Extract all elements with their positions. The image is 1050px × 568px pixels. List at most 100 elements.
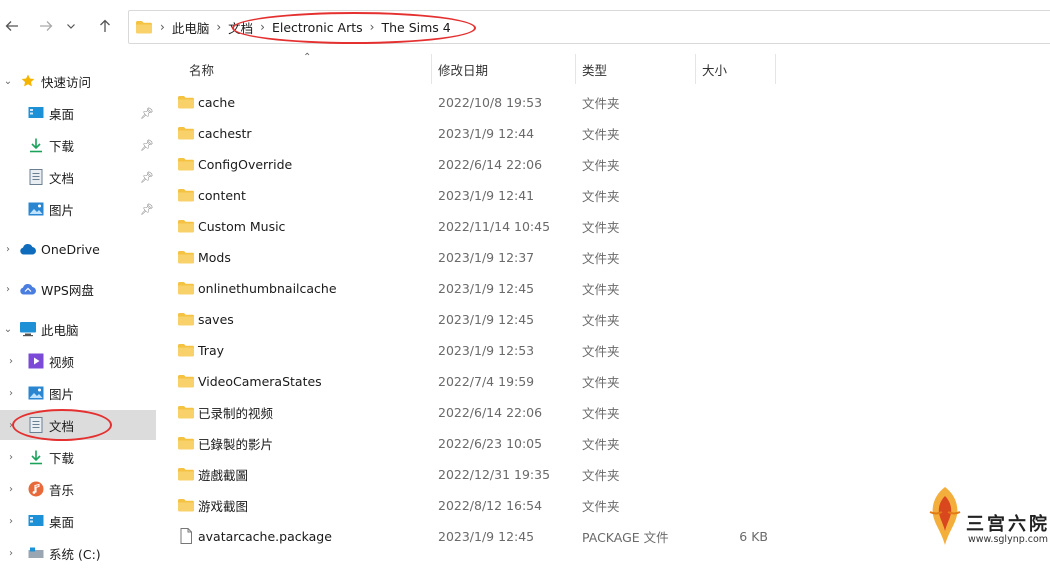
file-row[interactable]: content 2023/1/9 12:41 文件夹 (160, 180, 1050, 211)
file-row[interactable]: Mods 2023/1/9 12:37 文件夹 (160, 242, 1050, 273)
up-button[interactable] (93, 14, 117, 38)
file-size (708, 490, 768, 521)
chevron-right-icon[interactable]: › (5, 346, 17, 376)
download-icon (27, 448, 45, 466)
sidebar-item-this-pc[interactable]: ⌄ 此电脑 (0, 314, 156, 344)
sidebar-item-onedrive[interactable]: › OneDrive (0, 234, 156, 264)
picture-icon (27, 384, 45, 402)
chevron-right-icon[interactable]: › (5, 474, 17, 504)
arrow-left-icon (5, 21, 18, 31)
sidebar-item-music[interactable]: › 音乐 (0, 474, 156, 504)
cloud-icon (19, 240, 37, 258)
file-row[interactable]: Tray 2023/1/9 12:53 文件夹 (160, 335, 1050, 366)
file-row[interactable]: cachestr 2023/1/9 12:44 文件夹 (160, 118, 1050, 149)
pin-icon[interactable]: 📌︎ (140, 171, 154, 184)
chevron-right-icon[interactable]: › (5, 410, 17, 440)
sidebar-item-downloads-pc[interactable]: › 下载 (0, 442, 156, 472)
sidebar-item-label: 桌面 (49, 514, 75, 530)
file-row[interactable]: 游戏截图 2022/8/12 16:54 文件夹 (160, 490, 1050, 521)
breadcrumb-electronic-arts[interactable]: Electronic Arts (268, 20, 367, 35)
address-bar[interactable]: › 此电脑 › 文档 › Electronic Arts › The Sims … (128, 10, 1050, 44)
back-button[interactable] (0, 14, 24, 38)
chevron-right-icon[interactable]: › (5, 538, 17, 568)
sidebar-item-pictures-pc[interactable]: › 图片 (0, 378, 156, 408)
file-date: 2022/10/8 19:53 (438, 95, 543, 110)
file-row[interactable]: VideoCameraStates 2022/7/4 19:59 文件夹 (160, 366, 1050, 397)
recent-locations-button[interactable] (64, 14, 78, 38)
breadcrumb-separator[interactable]: › (367, 20, 378, 34)
file-name: 已录制的视频 (198, 406, 274, 421)
watermark-url: www.sglynp.com (968, 534, 1049, 545)
pin-icon[interactable]: 📌︎ (140, 107, 154, 120)
file-type: 文件夹 (582, 220, 620, 235)
folder-icon (178, 220, 194, 233)
arrow-right-icon (40, 21, 53, 31)
sidebar-item-videos[interactable]: › 视频 (0, 346, 156, 376)
column-header-size[interactable]: 大小 (702, 54, 772, 84)
sidebar-item-documents-pc[interactable]: › 文档 (0, 410, 156, 440)
chevron-down-icon[interactable]: ⌄ (2, 314, 14, 344)
file-name: saves (198, 312, 234, 327)
sidebar-item-system-drive[interactable]: › 系统 (C:) (0, 538, 156, 568)
pin-icon[interactable]: 📌︎ (140, 139, 154, 152)
sidebar-item-downloads[interactable]: 下载 📌︎ (0, 130, 156, 160)
pin-icon[interactable]: 📌︎ (140, 203, 154, 216)
folder-icon (178, 499, 194, 512)
sidebar-item-label: 下载 (49, 138, 75, 154)
file-name: 游戏截图 (198, 499, 249, 514)
sidebar-item-pictures[interactable]: 图片 📌︎ (0, 194, 156, 224)
chevron-right-icon[interactable]: › (5, 506, 17, 536)
file-size (708, 118, 768, 149)
breadcrumb-the-sims-4[interactable]: The Sims 4 (377, 20, 454, 35)
file-icon (180, 528, 192, 544)
chevron-right-icon[interactable]: › (5, 442, 17, 472)
file-type: 文件夹 (582, 406, 620, 421)
file-name: ConfigOverride (198, 157, 293, 172)
file-size (708, 273, 768, 304)
file-type: PACKAGE 文件 (582, 530, 669, 545)
sidebar-item-wps-drive[interactable]: › WPS网盘 (0, 274, 156, 304)
file-size (708, 149, 768, 180)
folder-icon (178, 437, 194, 450)
column-divider[interactable] (775, 54, 776, 84)
chevron-right-icon[interactable]: › (2, 274, 14, 304)
chevron-right-icon[interactable]: › (5, 378, 17, 408)
document-icon (27, 168, 45, 186)
column-divider[interactable] (695, 54, 696, 84)
column-header-date[interactable]: 修改日期 (438, 54, 568, 84)
breadcrumb-separator[interactable]: › (257, 20, 268, 34)
file-row[interactable]: 遊戲截圖 2022/12/31 19:35 文件夹 (160, 459, 1050, 490)
column-header-name[interactable]: 名称 (189, 54, 419, 84)
file-row[interactable]: onlinethumbnailcache 2023/1/9 12:45 文件夹 (160, 273, 1050, 304)
file-row[interactable]: avatarcache.package 2023/1/9 12:45 PACKAGE… (160, 521, 1050, 552)
file-row[interactable]: 已錄製的影片 2022/6/23 10:05 文件夹 (160, 428, 1050, 459)
chevron-down-icon[interactable]: ⌄ (2, 66, 14, 96)
sidebar-item-quick-access[interactable]: ⌄ 快速访问 (0, 66, 156, 96)
breadcrumb-separator[interactable]: › (213, 20, 224, 34)
sidebar-item-desktop-pc[interactable]: › 桌面 (0, 506, 156, 536)
watermark: 三宫六院 www.sglynp.com (920, 482, 1050, 554)
column-header-type[interactable]: 类型 (582, 54, 692, 84)
file-name: Mods (198, 250, 231, 265)
breadcrumb-this-pc[interactable]: 此电脑 (168, 18, 214, 37)
sidebar-item-documents[interactable]: 文档 📌︎ (0, 162, 156, 192)
column-divider[interactable] (431, 54, 432, 84)
folder-icon (178, 282, 194, 295)
file-date: 2022/8/12 16:54 (438, 498, 543, 513)
file-row[interactable]: saves 2023/1/9 12:45 文件夹 (160, 304, 1050, 335)
folder-icon (178, 251, 194, 264)
folder-icon (178, 375, 194, 388)
column-divider[interactable] (575, 54, 576, 84)
file-row[interactable]: Custom Music 2022/11/14 10:45 文件夹 (160, 211, 1050, 242)
file-row[interactable]: cache 2022/10/8 19:53 文件夹 (160, 87, 1050, 118)
breadcrumb-separator[interactable]: › (157, 20, 168, 34)
breadcrumb-documents[interactable]: 文档 (224, 18, 257, 37)
column-header-label: 修改日期 (438, 62, 489, 78)
sidebar-item-desktop[interactable]: 桌面 📌︎ (0, 98, 156, 128)
file-type: 文件夹 (582, 375, 620, 390)
file-row[interactable]: ConfigOverride 2022/6/14 22:06 文件夹 (160, 149, 1050, 180)
file-name: 遊戲截圖 (198, 468, 249, 483)
chevron-right-icon[interactable]: › (2, 234, 14, 264)
file-row[interactable]: 已录制的视频 2022/6/14 22:06 文件夹 (160, 397, 1050, 428)
forward-button[interactable] (34, 14, 58, 38)
